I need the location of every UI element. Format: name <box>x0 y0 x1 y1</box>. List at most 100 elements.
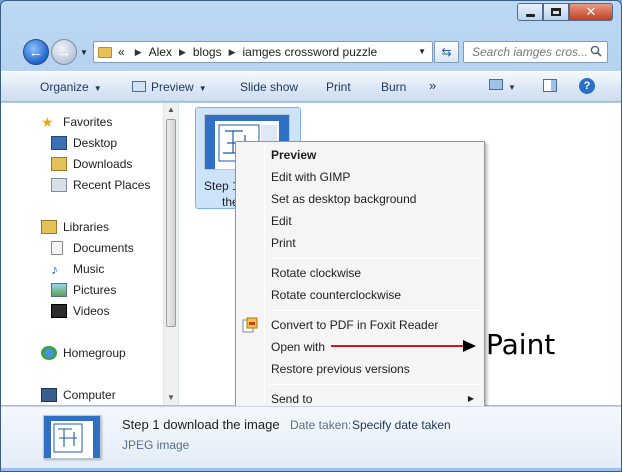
menu-separator <box>268 258 481 259</box>
menu-item-restore-previous-versions[interactable]: Restore previous versions <box>271 362 410 376</box>
maximize-button[interactable] <box>543 3 569 21</box>
folder-icon <box>98 46 112 58</box>
file-name-label: Step 1 the <box>204 178 239 210</box>
back-button[interactable]: ← <box>23 39 49 65</box>
details-file-type: JPEG image <box>122 438 190 452</box>
caption-buttons: ✕ <box>517 3 613 21</box>
star-icon: ★ <box>41 114 54 130</box>
scrollbar-thumb[interactable] <box>166 119 176 327</box>
documents-icon <box>51 241 63 255</box>
desktop-icon <box>51 136 67 150</box>
print-button[interactable]: Print <box>326 80 351 94</box>
details-date-taken-value[interactable]: Specify date taken <box>352 418 451 432</box>
sidebar-item-libraries[interactable]: Libraries <box>41 220 109 234</box>
sidebar-item-music[interactable]: ♪ Music <box>51 262 104 276</box>
address-bar[interactable]: « ▶ Alex ▶ blogs ▶ iamges crossword puzz… <box>93 41 433 63</box>
breadcrumb-blogs[interactable]: blogs <box>193 45 222 59</box>
menu-separator <box>268 384 481 385</box>
menu-gutter <box>264 144 265 404</box>
libraries-icon <box>41 220 57 234</box>
help-button[interactable]: ? <box>579 78 595 94</box>
chevron-right-icon: ▶ <box>134 46 142 57</box>
menu-item-send-to[interactable]: Send to <box>271 392 312 406</box>
recent-places-icon <box>51 178 67 192</box>
menu-item-edit[interactable]: Edit <box>271 214 292 228</box>
chevron-right-icon[interactable]: ▶ <box>179 47 186 58</box>
preview-icon <box>132 81 146 92</box>
chevron-down-icon: ▼ <box>508 83 516 92</box>
sidebar-label: Homegroup <box>63 346 126 360</box>
sidebar-item-computer[interactable]: Computer <box>41 388 116 402</box>
forward-button[interactable]: → <box>51 39 77 65</box>
sidebar-label: Documents <box>73 241 134 255</box>
forward-arrow-icon: → <box>56 43 72 61</box>
sidebar-item-downloads[interactable]: Downloads <box>51 157 132 171</box>
details-file-name: Step 1 download the image <box>122 417 280 432</box>
sidebar-item-videos[interactable]: Videos <box>51 304 109 318</box>
change-view-button[interactable]: ▼ <box>489 79 516 93</box>
downloads-folder-icon <box>51 157 67 171</box>
search-input[interactable]: Search iamges cros... <box>463 41 608 63</box>
menu-item-print[interactable]: Print <box>271 236 296 250</box>
details-date-taken-label: Date taken: <box>290 418 352 432</box>
refresh-button[interactable]: ⇆ <box>434 41 459 63</box>
preview-pane-icon <box>543 79 557 92</box>
menu-separator <box>268 310 481 311</box>
sidebar-item-documents[interactable]: Documents <box>51 241 134 255</box>
preview-button[interactable]: Preview ▼ <box>132 80 207 94</box>
recent-pages-dropdown-icon[interactable]: ▼ <box>80 48 88 57</box>
explorer-window: ✕ ← → ▼ « ▶ Alex ▶ blogs ▶ iamges crossw… <box>0 0 622 472</box>
sidebar-item-recent-places[interactable]: Recent Places <box>51 178 150 192</box>
navigation-buttons: ← → ▼ <box>23 39 88 65</box>
foxit-pdf-icon <box>242 317 258 333</box>
breadcrumb-current-folder[interactable]: iamges crossword puzzle <box>242 45 377 59</box>
address-dropdown-icon[interactable]: ▼ <box>418 47 426 56</box>
sidebar-label: Music <box>73 262 105 276</box>
details-pane: Step 1 download the image Date taken: Sp… <box>1 406 621 468</box>
chevron-right-icon[interactable]: ▶ <box>229 47 236 58</box>
menu-item-edit-with-gimp[interactable]: Edit with GIMP <box>271 170 350 184</box>
breadcrumb-overflow[interactable]: « <box>118 45 125 59</box>
computer-icon <box>41 388 57 402</box>
menu-item-convert-to-pdf[interactable]: Convert to PDF in Foxit Reader <box>271 318 438 332</box>
preview-pane-button[interactable] <box>543 79 557 95</box>
music-icon: ♪ <box>51 261 58 277</box>
pictures-icon <box>51 283 67 297</box>
refresh-icon: ⇆ <box>441 45 452 59</box>
organize-button[interactable]: Organize ▼ <box>40 80 102 94</box>
menu-item-set-desktop-background[interactable]: Set as desktop background <box>271 192 416 206</box>
minimize-button[interactable] <box>517 3 543 21</box>
chevron-down-icon: ▼ <box>93 84 102 93</box>
file-name-line2: the <box>222 195 239 209</box>
menu-item-preview[interactable]: Preview <box>271 148 316 162</box>
more-commands-button[interactable]: » <box>429 78 436 93</box>
menu-item-open-with[interactable]: Open with <box>271 340 325 354</box>
burn-button[interactable]: Burn <box>381 80 406 94</box>
search-placeholder: Search iamges cros... <box>472 45 589 59</box>
close-button[interactable]: ✕ <box>569 3 613 21</box>
view-icon <box>489 79 503 90</box>
annotation-label: Paint <box>486 328 556 361</box>
sidebar-scrollbar[interactable]: ▲ ▼ <box>163 103 178 405</box>
details-crossword-graphic <box>44 416 100 458</box>
menu-item-rotate-clockwise[interactable]: Rotate clockwise <box>271 266 361 280</box>
sidebar-item-desktop[interactable]: Desktop <box>51 136 117 150</box>
scroll-up-icon[interactable]: ▲ <box>167 105 175 114</box>
sidebar-label: Recent Places <box>73 178 151 192</box>
command-bar: Organize ▼ Preview ▼ Slide show Print Burn… <box>1 71 621 102</box>
organize-label: Organize <box>40 80 89 94</box>
sidebar-label: Libraries <box>63 220 110 234</box>
slide-show-button[interactable]: Slide show <box>240 80 298 94</box>
sidebar-item-homegroup[interactable]: Homegroup <box>41 346 126 360</box>
search-icon <box>590 45 602 57</box>
annotation-arrow-line <box>331 345 465 347</box>
sidebar-label: Computer <box>63 388 116 402</box>
maximize-icon <box>551 8 561 16</box>
menu-item-rotate-counterclockwise[interactable]: Rotate counterclockwise <box>271 288 401 302</box>
context-menu: Preview Edit with GIMP Set as desktop ba… <box>235 141 485 407</box>
sidebar-label: Downloads <box>73 157 133 171</box>
sidebar-item-pictures[interactable]: Pictures <box>51 283 116 297</box>
breadcrumb-alex[interactable]: Alex <box>149 45 172 59</box>
sidebar-item-favorites[interactable]: ★ Favorites <box>41 115 112 129</box>
scroll-down-icon[interactable]: ▼ <box>167 393 175 402</box>
